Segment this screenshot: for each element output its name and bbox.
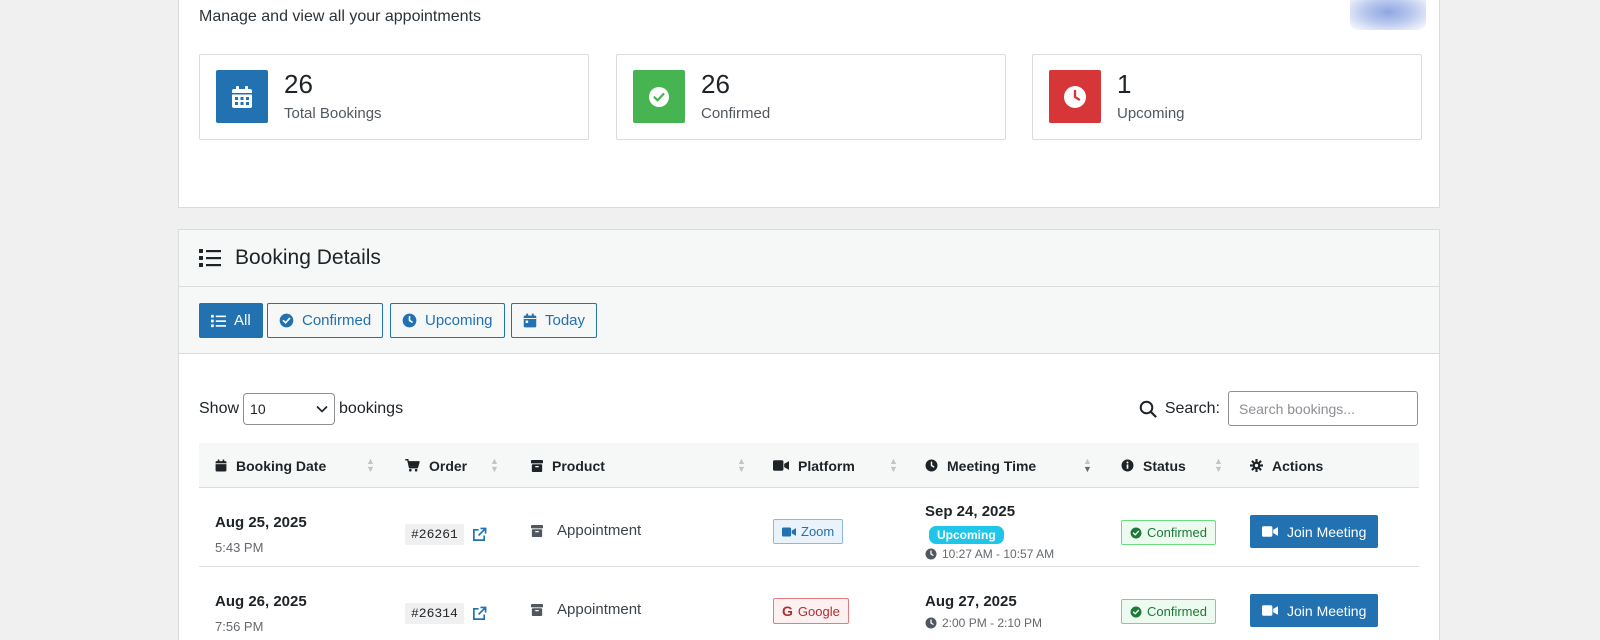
column-order[interactable]: Order: [405, 443, 467, 488]
section-title: Booking Details: [235, 246, 381, 269]
page-size-value: 10: [250, 401, 266, 417]
stat-label: Total Bookings: [284, 105, 382, 122]
stat-value: 26: [701, 69, 730, 99]
page-size-control: Show 10 bookings: [199, 393, 403, 425]
status-badge: Confirmed: [1121, 520, 1216, 545]
show-label: Show: [199, 400, 240, 417]
filter-all-button[interactable]: All: [199, 303, 263, 338]
meeting-time-cell: Sep 24, 2025 Upcoming 10:27 AM - 10:57 A…: [925, 503, 1055, 561]
column-product[interactable]: Product: [531, 443, 605, 488]
actions-cell: Join Meeting: [1250, 594, 1379, 627]
filter-confirmed-button[interactable]: Confirmed: [267, 303, 384, 338]
search-control: Search: Search bookings...: [1139, 391, 1418, 426]
column-platform[interactable]: Platform: [773, 443, 855, 488]
clock-icon: [925, 459, 938, 472]
platform-badge: G Google: [773, 598, 849, 624]
external-link-icon[interactable]: [472, 606, 487, 621]
sort-icon[interactable]: ▲ ▼: [366, 457, 375, 474]
stat-label: Confirmed: [701, 105, 771, 122]
stat-value: 1: [1117, 69, 1132, 99]
search-label: Search:: [1164, 399, 1220, 417]
video-icon: [782, 526, 796, 537]
sort-icon[interactable]: ▲ ▼: [1083, 457, 1092, 474]
chevron-down-icon: [316, 405, 328, 413]
stat-value: 26: [284, 69, 313, 99]
order-number: #26314: [405, 603, 464, 624]
column-status[interactable]: Status: [1121, 443, 1186, 488]
status-badge: Confirmed: [1121, 599, 1216, 624]
table-header: Booking Date ▲ ▼ Order ▲ ▼ Product ▲ ▼ Plat…: [199, 443, 1419, 488]
sort-icon[interactable]: ▲ ▼: [889, 457, 898, 474]
google-icon: G: [782, 603, 793, 619]
column-meeting-time[interactable]: Meeting Time: [925, 443, 1036, 488]
stat-card-total-bookings: 26 Total Bookings: [199, 54, 589, 140]
video-icon: [1262, 526, 1278, 537]
clock-icon: [1049, 70, 1101, 123]
product-cell: Appointment: [531, 601, 641, 618]
bookings-label: bookings: [339, 400, 404, 417]
clock-icon: [925, 548, 937, 560]
box-icon: [531, 524, 543, 537]
platform-cell: G Google: [773, 598, 849, 624]
filter-label: Confirmed: [302, 312, 372, 329]
sort-icon[interactable]: ▲ ▼: [490, 457, 499, 474]
calendar-icon: [216, 70, 268, 123]
filter-today-button[interactable]: Today: [511, 303, 598, 338]
filter-label: All: [234, 312, 251, 329]
clock-icon: [402, 313, 417, 328]
filter-label: Upcoming: [425, 312, 493, 329]
stat-card-upcoming: 1 Upcoming: [1032, 54, 1422, 140]
search-icon: [1139, 400, 1157, 418]
column-booking-date[interactable]: Booking Date: [215, 443, 326, 488]
calendar-icon: [523, 313, 537, 328]
order-cell: #26314: [405, 603, 487, 624]
search-input[interactable]: Search bookings...: [1228, 391, 1418, 426]
platform-cell: Zoom: [773, 519, 844, 544]
gear-icon: [1250, 459, 1263, 472]
box-icon: [531, 459, 543, 472]
booking-date-cell: Aug 26, 2025 7:56 PM: [215, 593, 307, 634]
booking-date-cell: Aug 25, 2025 5:43 PM: [215, 514, 307, 555]
box-icon: [531, 603, 543, 616]
order-number: #26261: [405, 524, 464, 545]
upcoming-badge: Upcoming: [929, 526, 1004, 544]
sort-icon[interactable]: ▲ ▼: [737, 457, 746, 474]
search-placeholder: Search bookings...: [1239, 400, 1355, 417]
video-icon: [1262, 605, 1278, 616]
calendar-icon: [215, 459, 227, 472]
join-meeting-button[interactable]: Join Meeting: [1250, 515, 1379, 548]
check-circle-icon: [633, 70, 685, 123]
stat-label: Upcoming: [1117, 105, 1185, 122]
info-icon: [1121, 459, 1134, 472]
status-cell: Confirmed: [1121, 599, 1216, 624]
sort-icon[interactable]: ▲ ▼: [1214, 457, 1223, 474]
status-cell: Confirmed: [1121, 520, 1216, 545]
filter-bar: All Confirmed Upcoming Today: [179, 287, 1439, 354]
filter-label: Today: [545, 312, 586, 329]
join-meeting-button[interactable]: Join Meeting: [1250, 594, 1379, 627]
column-actions: Actions: [1250, 443, 1323, 488]
check-circle-icon: [279, 313, 294, 328]
external-link-icon[interactable]: [472, 527, 487, 542]
clock-icon: [925, 617, 937, 629]
list-icon: [211, 314, 226, 327]
cart-icon: [405, 459, 420, 472]
order-cell: #26261: [405, 524, 487, 545]
check-circle-icon: [1130, 527, 1142, 538]
platform-badge: Zoom: [773, 519, 844, 544]
list-icon: [199, 248, 221, 273]
actions-cell: Join Meeting: [1250, 515, 1379, 548]
page-size-select[interactable]: 10: [243, 393, 336, 425]
table-row: Aug 25, 2025 5:43 PM #26261 Appointment …: [199, 488, 1419, 567]
meeting-time-cell: Aug 27, 2025 2:00 PM - 2:10 PM: [925, 593, 1043, 630]
page-subtitle: Manage and view all your appointments: [199, 8, 481, 25]
check-circle-icon: [1130, 606, 1142, 617]
stat-card-confirmed: 26 Confirmed: [616, 54, 1006, 140]
video-icon: [773, 460, 789, 471]
table-row: Aug 26, 2025 7:56 PM #26314 Appointment …: [199, 567, 1419, 640]
avatar: [1350, 0, 1426, 30]
product-cell: Appointment: [531, 522, 641, 539]
booking-details-header: Booking Details: [179, 230, 1439, 287]
filter-upcoming-button[interactable]: Upcoming: [390, 303, 505, 338]
